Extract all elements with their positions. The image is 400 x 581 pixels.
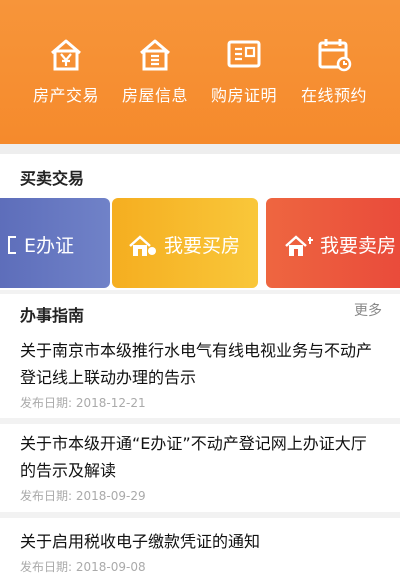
house-icon bbox=[129, 235, 156, 256]
news-date-row: 发布日期: 2018-09-08 bbox=[20, 558, 146, 575]
quick-action-property-trade[interactable]: 房产交易 bbox=[16, 34, 116, 106]
quick-action-label: 房产交易 bbox=[32, 86, 99, 105]
quick-action-purchase-certificate[interactable]: 购房证明 bbox=[194, 34, 294, 106]
yuan-icon bbox=[51, 39, 81, 71]
card-label: 我要买房 bbox=[164, 235, 241, 257]
news-title: 关于市本级开通“E办证”不动产登记网上办证大厅的告示及解读 bbox=[20, 434, 367, 480]
card-icon bbox=[8, 236, 16, 254]
news-date-row: 发布日期: 2018-12-21 bbox=[20, 394, 146, 411]
news-title: 关于启用税收电子缴款凭证的通知 bbox=[20, 532, 261, 551]
news-date: 2018-12-21 bbox=[75, 396, 146, 410]
news-date-row: 发布日期: 2018-09-29 bbox=[20, 487, 146, 504]
buy-house-card[interactable]: 我要买房 bbox=[112, 198, 258, 288]
section-divider bbox=[0, 144, 400, 154]
guide-section-title: 办事指南 bbox=[20, 306, 85, 325]
sell-house-card[interactable]: 我要卖房 bbox=[266, 198, 400, 288]
e-certificate-card[interactable]: E办证 bbox=[0, 198, 110, 288]
list-divider bbox=[0, 418, 400, 424]
calendar-icon bbox=[318, 39, 352, 72]
list-divider bbox=[0, 512, 400, 518]
house-icon bbox=[140, 39, 170, 71]
quick-action-label: 购房证明 bbox=[210, 86, 277, 105]
quick-action-label: 在线预约 bbox=[300, 86, 367, 105]
certificate-icon bbox=[227, 40, 261, 68]
date-prefix: 发布日期: bbox=[20, 489, 73, 503]
quick-action-label: 房屋信息 bbox=[121, 86, 188, 105]
card-label: E办证 bbox=[24, 235, 75, 257]
trade-section-title: 买卖交易 bbox=[20, 169, 85, 188]
card-label: 我要卖房 bbox=[320, 235, 397, 257]
house-icon bbox=[285, 235, 313, 256]
news-date: 2018-09-08 bbox=[75, 560, 146, 574]
quick-action-online-booking[interactable]: 在线预约 bbox=[284, 34, 384, 106]
news-date: 2018-09-29 bbox=[75, 489, 146, 503]
news-title: 关于南京市本级推行水电气有线电视业务与不动产登记线上联动办理的告示 bbox=[20, 341, 373, 387]
date-prefix: 发布日期: bbox=[20, 560, 73, 574]
quick-action-house-info[interactable]: 房屋信息 bbox=[105, 34, 205, 106]
quick-action-bar: 房产交易 房屋信息 购房证明 在线预约 bbox=[0, 0, 400, 144]
section-divider bbox=[0, 290, 400, 294]
date-prefix: 发布日期: bbox=[20, 396, 73, 410]
more-link[interactable]: 更多 bbox=[354, 300, 382, 320]
